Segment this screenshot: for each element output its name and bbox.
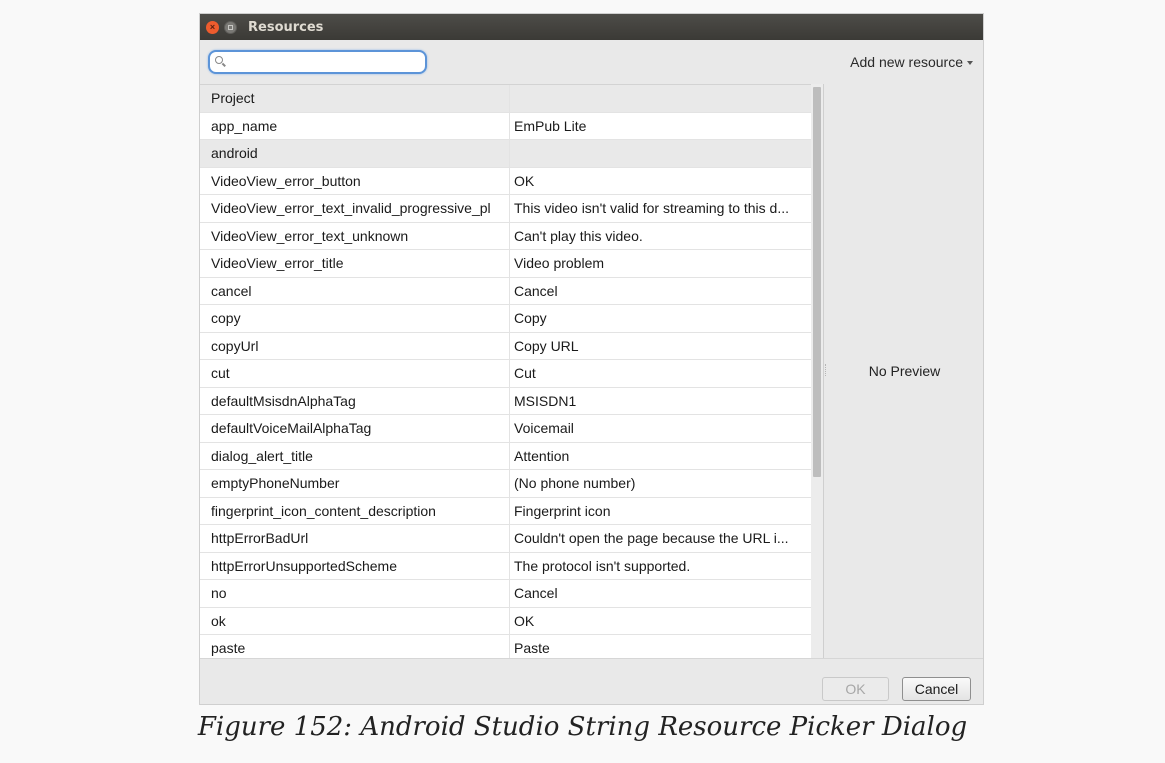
table-row[interactable]: VideoView_error_button OK <box>200 167 811 195</box>
resource-name: defaultVoiceMailAlphaTag <box>200 415 510 442</box>
resource-value: EmPub Lite <box>514 117 587 134</box>
resource-name: httpErrorBadUrl <box>200 525 510 552</box>
scrollbar-thumb[interactable] <box>813 87 821 477</box>
table-row[interactable]: copy Copy <box>200 305 811 333</box>
resource-value: Copy URL <box>514 337 579 354</box>
table-row[interactable]: dialog_alert_title Attention <box>200 442 811 470</box>
resource-value: Fingerprint icon <box>514 502 611 519</box>
resource-name: ok <box>200 607 510 634</box>
resource-value: Can't play this video. <box>514 227 643 244</box>
chevron-down-icon <box>967 60 973 65</box>
resource-value: (No phone number) <box>514 475 636 491</box>
resource-name: defaultMsisdnAlphaTag <box>200 387 510 414</box>
title-bar: × Resources <box>200 14 983 40</box>
table-row[interactable]: cut Cut <box>200 360 811 388</box>
table-row[interactable]: ok OK <box>200 607 811 635</box>
resource-value: OK <box>514 612 535 629</box>
table-row[interactable]: paste Paste <box>200 635 811 658</box>
resource-value: Cancel <box>514 585 558 601</box>
search-input[interactable] <box>228 54 418 70</box>
resource-value: This video isn't valid for streaming to … <box>514 200 790 216</box>
resource-name: httpErrorUnsupportedScheme <box>200 552 510 579</box>
minimize-icon[interactable] <box>224 20 237 34</box>
table-group-header[interactable]: android <box>200 140 811 168</box>
resource-value: Couldn't open the page because the URL i… <box>514 530 789 546</box>
preview-panel: No Preview <box>824 84 985 658</box>
table-row[interactable]: defaultVoiceMailAlphaTag Voicemail <box>200 415 811 443</box>
resource-value: Voicemail <box>514 420 574 436</box>
group-name: android <box>200 140 510 167</box>
resource-name: paste <box>200 635 510 658</box>
table-row[interactable]: no Cancel <box>200 580 811 608</box>
dialog-footer: OK Cancel <box>200 658 983 706</box>
table-row[interactable]: httpErrorUnsupportedScheme The protocol i… <box>200 552 811 580</box>
group-name: Project <box>200 85 510 112</box>
resource-name: VideoView_error_title <box>200 250 510 277</box>
resource-table: Project app_name EmPub Lite android VideoVie… <box>200 84 811 658</box>
table-row[interactable]: VideoView_error_title Video problem <box>200 250 811 278</box>
resources-dialog: × Resources Add new resource Project app_… <box>199 13 984 705</box>
window-title: Resources <box>248 19 324 35</box>
table-row[interactable]: httpErrorBadUrl Couldn't open the page be… <box>200 525 811 553</box>
resource-name: app_name <box>200 112 510 139</box>
resource-value: MSISDN1 <box>514 392 577 409</box>
search-icon <box>215 56 223 64</box>
table-row[interactable]: cancel Cancel <box>200 277 811 305</box>
resource-name: cancel <box>200 277 510 304</box>
resource-name: VideoView_error_button <box>200 167 510 194</box>
table-row[interactable]: fingerprint_icon_content_description Fing… <box>200 497 811 525</box>
resource-value: OK <box>514 172 535 189</box>
ok-button[interactable]: OK <box>822 677 889 701</box>
table-row[interactable]: VideoView_error_text_invalid_progressive… <box>200 195 811 223</box>
resource-name: emptyPhoneNumber <box>200 470 510 497</box>
add-new-resource-button[interactable]: Add new resource <box>850 54 973 70</box>
resource-value <box>510 85 811 112</box>
resource-name: VideoView_error_text_unknown <box>200 222 510 249</box>
resource-value: Attention <box>514 447 570 464</box>
add-new-resource-label: Add new resource <box>850 54 963 70</box>
table-row[interactable]: VideoView_error_text_unknown Can't play t… <box>200 222 811 250</box>
resource-value: Cut <box>514 365 536 381</box>
table-row[interactable]: app_name EmPub Lite <box>200 112 811 140</box>
resource-value: Cancel <box>514 282 558 299</box>
resource-value <box>510 140 811 167</box>
table-row[interactable]: emptyPhoneNumber (No phone number) <box>200 470 811 498</box>
search-box[interactable] <box>208 50 427 74</box>
resource-name: cut <box>200 360 510 387</box>
resource-name: copyUrl <box>200 332 510 359</box>
resource-value: Copy <box>514 310 547 326</box>
resource-name: no <box>200 580 510 607</box>
resource-name: VideoView_error_text_invalid_progressive… <box>200 195 510 222</box>
table-group-header[interactable]: Project <box>200 85 811 113</box>
table-row[interactable]: copyUrl Copy URL <box>200 332 811 360</box>
resource-value: Paste <box>514 640 550 656</box>
resource-name: fingerprint_icon_content_description <box>200 497 510 524</box>
cancel-button[interactable]: Cancel <box>902 677 971 701</box>
resource-value: The protocol isn't supported. <box>514 557 691 574</box>
figure-caption: Figure 152: Android Studio String Resour… <box>197 712 968 742</box>
resource-name: dialog_alert_title <box>200 442 510 469</box>
table-scrollbar[interactable] <box>811 84 823 658</box>
preview-text: No Preview <box>868 363 941 379</box>
table-row[interactable]: defaultMsisdnAlphaTag MSISDN1 <box>200 387 811 415</box>
resource-value: Video problem <box>514 255 605 271</box>
resource-name: copy <box>200 305 510 332</box>
close-icon[interactable]: × <box>206 20 219 34</box>
